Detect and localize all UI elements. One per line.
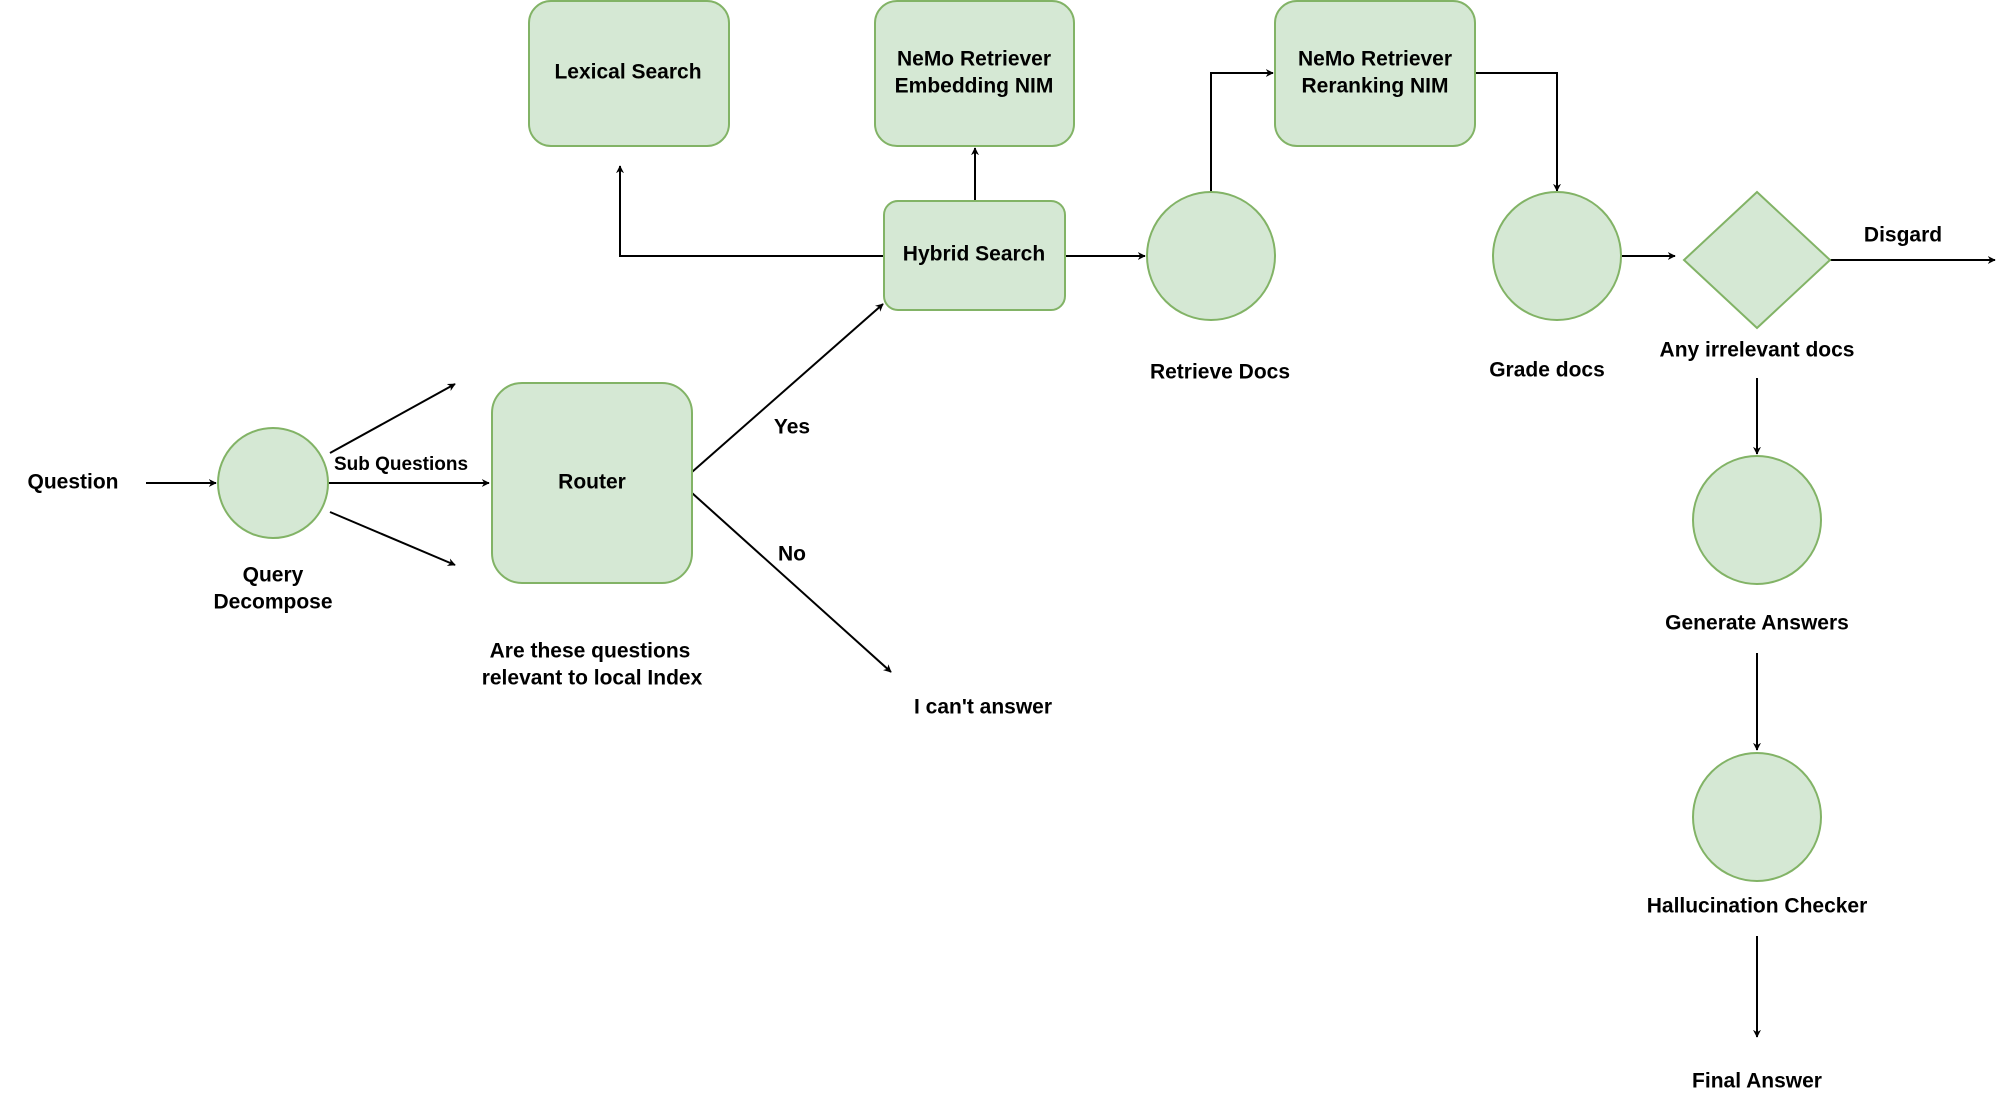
edge-rerank-to-grade	[1475, 72, 1561, 192]
embedding-nim-node[interactable]	[874, 0, 1075, 147]
flow-diagram: Question Query Decompose Sub Questions R…	[27, 0, 1996, 1093]
question-label: Question	[27, 471, 118, 494]
decision-label: Any irrelevant docs	[1660, 339, 1855, 362]
embedding-label-1: NeMo Retriever	[897, 48, 1051, 71]
cant-answer-label: I can't answer	[914, 696, 1052, 719]
generate-answers-node[interactable]	[1692, 455, 1822, 585]
grade-docs-label: Grade docs	[1489, 359, 1605, 382]
reranking-label-1: NeMo Retriever	[1298, 48, 1452, 71]
grade-docs-node[interactable]	[1492, 191, 1622, 321]
lexical-search-label: Lexical Search	[554, 61, 701, 84]
edge-hybrid-to-lexical	[616, 165, 884, 257]
reranking-label-2: Reranking NIM	[1301, 75, 1448, 98]
edge-router-no	[691, 492, 892, 673]
edge-router-yes	[691, 303, 884, 473]
hallucination-checker-node[interactable]	[1692, 752, 1822, 882]
no-label: No	[778, 543, 806, 566]
retrieve-docs-node[interactable]	[1146, 191, 1276, 321]
final-answer-label: Final Answer	[1692, 1070, 1822, 1093]
hybrid-search-label: Hybrid Search	[903, 243, 1045, 266]
query-decompose-node[interactable]	[217, 427, 329, 539]
router-label: Router	[558, 471, 626, 494]
edge-retrieve-to-rerank	[1210, 69, 1274, 192]
sub-questions-label: Sub Questions	[334, 454, 468, 475]
irrelevant-docs-decision[interactable]	[1682, 190, 1832, 330]
discard-label: Disgard	[1864, 224, 1942, 247]
hallucination-checker-label: Hallucination Checker	[1647, 895, 1868, 918]
yes-label: Yes	[774, 416, 810, 439]
router-caption-2: relevant to local Index	[482, 667, 703, 690]
retrieve-docs-label: Retrieve Docs	[1150, 361, 1290, 384]
router-caption-1: Are these questions	[490, 640, 691, 663]
edge-subquestion-up	[329, 383, 456, 454]
embedding-label-2: Embedding NIM	[895, 75, 1054, 98]
query-decompose-label-2: Decompose	[213, 591, 332, 614]
edge-subquestion-down	[329, 511, 456, 566]
generate-answers-label: Generate Answers	[1665, 612, 1849, 635]
query-decompose-label-1: Query	[243, 564, 304, 587]
reranking-nim-node[interactable]	[1274, 0, 1476, 147]
